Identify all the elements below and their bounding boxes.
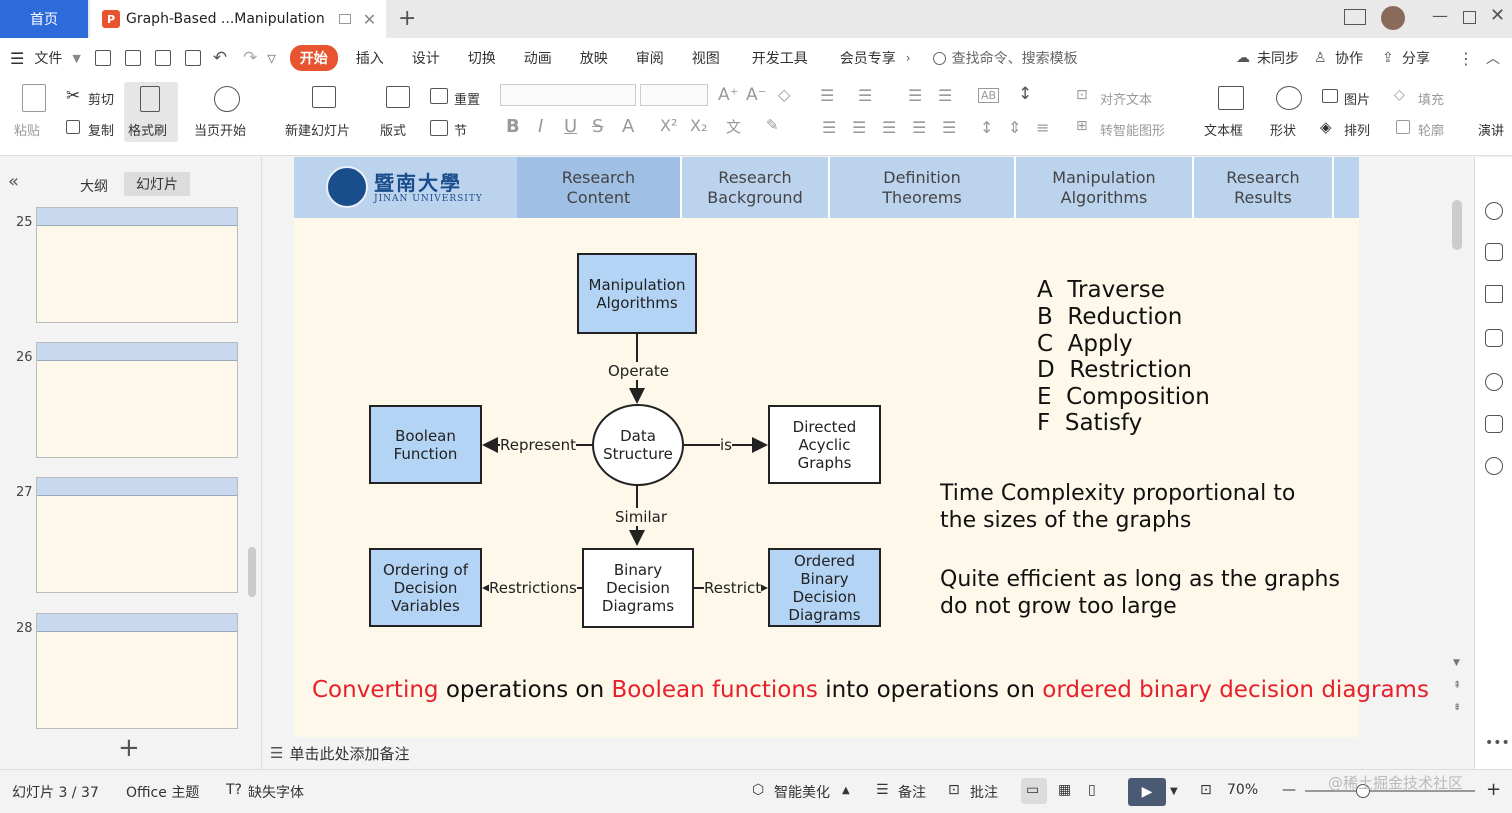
obdd-box: Ordered Binary Decision Diagrams — [768, 548, 881, 627]
missing-font-icon[interactable]: T? — [226, 782, 242, 798]
lightning-icon[interactable] — [1485, 457, 1503, 475]
normal-view-glyph: ▭ — [1026, 782, 1040, 798]
notes-icon: ☰ — [270, 744, 284, 762]
beautify-icon[interactable]: ⬡ — [752, 782, 764, 798]
notes-toggle[interactable]: 备注 — [898, 782, 926, 802]
algorithm-item: A Traverse — [1037, 277, 1165, 303]
manipulation-algorithms-box: Manipulation Algorithms — [577, 253, 697, 334]
slides-icon[interactable] — [1485, 329, 1503, 347]
fit-icon[interactable]: ⊡ — [1200, 782, 1212, 798]
theme-name[interactable]: Office 主题 — [126, 782, 199, 802]
missing-font-button[interactable]: 缺失字体 — [248, 782, 304, 802]
beautify-button[interactable]: 智能美化 — [774, 782, 830, 802]
help-icon[interactable] — [1485, 373, 1503, 391]
zoom-out-icon[interactable]: — — [1282, 782, 1296, 798]
bdd-box: Binary Decision Diagrams — [582, 548, 694, 628]
is-label: is — [720, 436, 732, 454]
right-sidebar: ••• — [1474, 157, 1512, 769]
watermark: @稀土掘金技术社区 — [1328, 774, 1464, 792]
sorter-view-icon[interactable]: ▦ — [1058, 782, 1071, 798]
zoom-in-icon[interactable]: + — [1486, 779, 1501, 800]
dag-box: Directed Acyclic Graphs — [768, 405, 881, 484]
more-icon[interactable]: ••• — [1485, 735, 1510, 751]
bottom-statement: Converting operations on Boolean functio… — [312, 677, 1429, 703]
next-slide-icon[interactable]: ⇟ — [1453, 702, 1461, 713]
slide-counter: 幻灯片 3 / 37 — [12, 785, 99, 801]
status-bar: 幻灯片 3 / 37 Office 主题 T? 缺失字体 ⬡ 智能美化 ▲ ☰ … — [0, 769, 1512, 813]
gift-icon[interactable] — [1485, 415, 1503, 433]
reading-view-icon[interactable]: ▯ — [1088, 782, 1096, 798]
slideshow-button[interactable]: ▶ — [1128, 778, 1166, 806]
restrictions-label: Restrictions — [489, 579, 577, 597]
prev-slide-icon[interactable]: ⇞ — [1453, 680, 1461, 691]
red-text: Boolean functions — [611, 677, 818, 703]
star-icon[interactable] — [1485, 285, 1503, 303]
notes-area[interactable]: ☰ 单击此处添加备注 — [262, 737, 1474, 769]
scroll-down-icon[interactable]: ▼ — [1453, 658, 1460, 668]
algorithm-item: E Composition — [1037, 384, 1210, 410]
notes-toggle-icon[interactable]: ☰ — [876, 782, 889, 798]
algorithm-item: C Apply — [1037, 331, 1133, 357]
algorithm-item: D Restriction — [1037, 357, 1192, 383]
red-text: ordered binary decision diagrams — [1042, 677, 1429, 703]
slide-scrollbar[interactable] — [1452, 200, 1462, 250]
algorithm-item: F Satisfy — [1037, 410, 1143, 436]
similar-label: Similar — [615, 508, 667, 526]
comments-button[interactable]: 批注 — [970, 782, 998, 802]
chevron-up-icon[interactable]: ▲ — [842, 785, 850, 796]
comment-icon[interactable]: ⊡ — [948, 782, 960, 798]
algorithm-item: B Reduction — [1037, 304, 1183, 330]
operate-label: Operate — [608, 362, 670, 380]
rocket-icon[interactable] — [1485, 202, 1503, 220]
represent-label: Represent — [500, 436, 576, 454]
efficiency-text: Quite efficient as long as the graphs do… — [940, 567, 1340, 619]
data-structure-circle: Data Structure — [592, 404, 684, 486]
notes-placeholder: 单击此处添加备注 — [289, 744, 410, 763]
red-text: Converting — [312, 677, 439, 703]
ordering-box: Ordering of Decision Variables — [369, 548, 482, 627]
complexity-text: Time Complexity proportional to the size… — [940, 481, 1296, 533]
slideshow-dropdown-icon[interactable]: ▼ — [1170, 786, 1178, 797]
sliders-icon[interactable] — [1485, 243, 1503, 261]
restrict-label: Restrict — [704, 579, 762, 597]
zoom-level[interactable]: 70% — [1227, 782, 1258, 798]
boolean-function-box: Boolean Function — [369, 405, 482, 484]
